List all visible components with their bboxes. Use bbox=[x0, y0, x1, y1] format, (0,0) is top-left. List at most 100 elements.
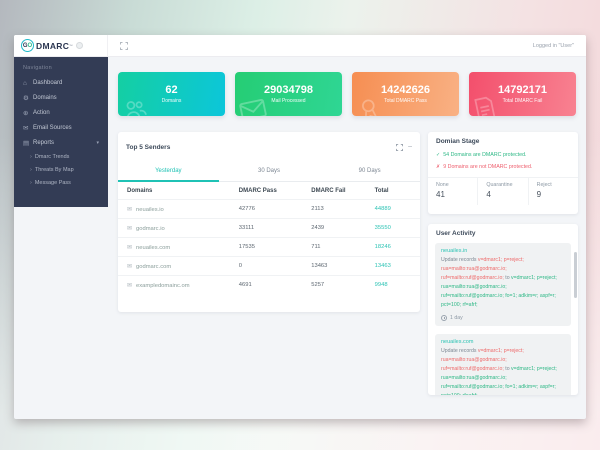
stage-stats: None 41 Quarantine 4 Reject 9 bbox=[428, 177, 578, 205]
activity-item: neuailes.in Update records v=dmarc1; p=r… bbox=[435, 243, 571, 326]
sidebar-item-threats-by-map[interactable]: › Threats By Map bbox=[14, 163, 108, 176]
table-row: ✉godmarc.com 0 13463 13463 bbox=[118, 257, 420, 276]
envelope-icon: ✉ bbox=[127, 207, 132, 213]
fail-value: 5257 bbox=[311, 276, 374, 295]
stat-label: Total DMARC Fail bbox=[503, 98, 543, 104]
tab-90-days[interactable]: 90 Days bbox=[319, 162, 420, 181]
col-header-dmarc-pass: DMARC Pass bbox=[239, 182, 311, 200]
stage-label: Reject bbox=[537, 182, 570, 188]
domain-link[interactable]: ✉godmarc.com bbox=[118, 257, 239, 276]
activity-domain-link[interactable]: neuailes.in bbox=[441, 248, 565, 254]
col-header-dmarc-fail: DMARC Fail bbox=[311, 182, 374, 200]
clock-icon bbox=[441, 315, 447, 321]
pass-value: 42776 bbox=[239, 200, 311, 219]
stat-cards-row: 62 Domains 29034798 Mail Processed 14242… bbox=[118, 72, 576, 116]
domain-stage-panel: Domian Stage ✓ 54 Domains are DMARC prot… bbox=[428, 132, 578, 214]
nav-section-title: Navigation bbox=[14, 61, 108, 76]
not-protected-status: ✗ 9 Domains are not DMARC protected. bbox=[428, 161, 578, 173]
sidebar-item-email-sources[interactable]: ✉ Email Sources bbox=[14, 120, 108, 135]
stat-label: Mail Processed bbox=[271, 98, 305, 104]
chevron-right-icon: › bbox=[30, 154, 32, 160]
stat-card-mail-processed: 29034798 Mail Processed bbox=[235, 72, 342, 116]
sidebar-item-dmarc-trends[interactable]: › Dmarc Trends bbox=[14, 150, 108, 163]
chevron-right-icon: › bbox=[30, 167, 32, 173]
table-row: ✉neuailes.com 17535 711 18246 bbox=[118, 238, 420, 257]
total-value: 13463 bbox=[375, 257, 420, 276]
domain-link[interactable]: ✉neuailes.io bbox=[118, 200, 239, 219]
check-icon: ✓ bbox=[436, 152, 440, 158]
sidebar-subitem-label: Dmarc Trends bbox=[35, 154, 70, 160]
envelope-icon: ✉ bbox=[127, 245, 132, 251]
sidebar-toggle[interactable] bbox=[76, 42, 83, 49]
activity-connector: to bbox=[505, 275, 509, 281]
sidebar-item-label: Dashboard bbox=[33, 80, 62, 86]
fail-value: 2113 bbox=[311, 200, 374, 219]
senders-tabs: Yesterday 30 Days 90 Days bbox=[118, 162, 420, 182]
activity-connector: to bbox=[505, 366, 509, 372]
activity-domain-link[interactable]: neuailes.com bbox=[441, 339, 565, 345]
domain-link[interactable]: ✉exampledomainc.om bbox=[118, 276, 239, 295]
reports-icon: ▤ bbox=[23, 139, 33, 147]
fail-value: 711 bbox=[311, 238, 374, 257]
file-icon bbox=[471, 94, 500, 116]
sidebar-subitem-label: Threats By Map bbox=[35, 167, 74, 173]
domain-link[interactable]: ✉neuailes.com bbox=[118, 238, 239, 257]
activity-timestamp: 1 day bbox=[441, 315, 565, 321]
panel-title: Top 5 Senders bbox=[126, 144, 170, 151]
domain-link[interactable]: ✉godmarc.io bbox=[118, 219, 239, 238]
stage-none: None 41 bbox=[428, 178, 477, 205]
user-activity-panel: User Activity neuailes.in Update records… bbox=[428, 224, 578, 395]
sidebar-item-message-pass[interactable]: › Message Pass bbox=[14, 176, 108, 189]
stage-value: 4 bbox=[486, 190, 519, 199]
table-row: ✉neuailes.io 42776 2113 44889 bbox=[118, 200, 420, 219]
total-value: 35550 bbox=[375, 219, 420, 238]
pass-value: 33111 bbox=[239, 219, 311, 238]
activity-prefix: Update records bbox=[441, 257, 476, 263]
sidebar-navigation: Navigation ⌂ Dashboard ⚙ Domains ⊕ Actio… bbox=[14, 57, 108, 207]
panel-title: User Activity bbox=[436, 230, 476, 237]
fullscreen-icon[interactable] bbox=[120, 37, 128, 55]
fail-value: 2439 bbox=[311, 219, 374, 238]
envelope-icon: ✉ bbox=[127, 283, 132, 289]
col-header-total: Total bbox=[375, 182, 420, 200]
tab-yesterday[interactable]: Yesterday bbox=[118, 162, 219, 181]
sidebar-item-domains[interactable]: ⚙ Domains bbox=[14, 90, 108, 105]
gear-icon: ⚙ bbox=[23, 94, 33, 102]
sidebar-item-label: Domains bbox=[33, 95, 57, 101]
stat-label: Domains bbox=[162, 98, 182, 104]
pass-value: 17535 bbox=[239, 238, 311, 257]
senders-table: Domains DMARC Pass DMARC Fail Total ✉neu… bbox=[118, 182, 420, 294]
activity-prefix: Update records bbox=[441, 348, 476, 354]
total-value: 44889 bbox=[375, 200, 420, 219]
cross-icon: ✗ bbox=[436, 164, 440, 170]
sidebar-item-reports[interactable]: ▤ Reports ▾ bbox=[14, 135, 108, 150]
scrollbar-thumb[interactable] bbox=[574, 252, 577, 298]
collapse-icon[interactable]: – bbox=[408, 145, 412, 149]
stat-value: 14242626 bbox=[381, 84, 430, 96]
logo: GO DMARC ™ bbox=[14, 35, 108, 57]
sidebar-item-label: Reports bbox=[33, 140, 54, 146]
time-label: 1 day bbox=[450, 315, 463, 321]
protected-text: 54 Domains are DMARC protected. bbox=[443, 152, 526, 158]
email-icon: ✉ bbox=[23, 124, 33, 132]
sidebar-item-dashboard[interactable]: ⌂ Dashboard bbox=[14, 76, 108, 90]
logged-in-user: Logged in "User" bbox=[533, 43, 574, 49]
globe-icon: ⊕ bbox=[23, 109, 33, 117]
expand-icon[interactable] bbox=[396, 138, 403, 156]
sidebar-item-action[interactable]: ⊕ Action bbox=[14, 105, 108, 120]
chevron-down-icon: ▾ bbox=[96, 140, 99, 146]
stat-card-dmarc-pass: 14242626 Total DMARC Pass bbox=[352, 72, 459, 116]
chevron-right-icon: › bbox=[30, 180, 32, 186]
pass-value: 0 bbox=[239, 257, 311, 276]
activity-description: Update records v=dmarc1; p=reject; rua=m… bbox=[441, 347, 565, 395]
stage-quarantine: Quarantine 4 bbox=[477, 178, 527, 205]
activity-item: neuailes.com Update records v=dmarc1; p=… bbox=[435, 334, 571, 395]
tab-30-days[interactable]: 30 Days bbox=[219, 162, 320, 181]
stage-reject: Reject 9 bbox=[528, 178, 578, 205]
table-row: ✉exampledomainc.om 4691 5257 9948 bbox=[118, 276, 420, 295]
stage-label: None bbox=[436, 182, 469, 188]
stat-value: 62 bbox=[165, 84, 177, 96]
fail-value: 13463 bbox=[311, 257, 374, 276]
stage-label: Quarantine bbox=[486, 182, 519, 188]
panel-title: Domian Stage bbox=[436, 138, 479, 145]
